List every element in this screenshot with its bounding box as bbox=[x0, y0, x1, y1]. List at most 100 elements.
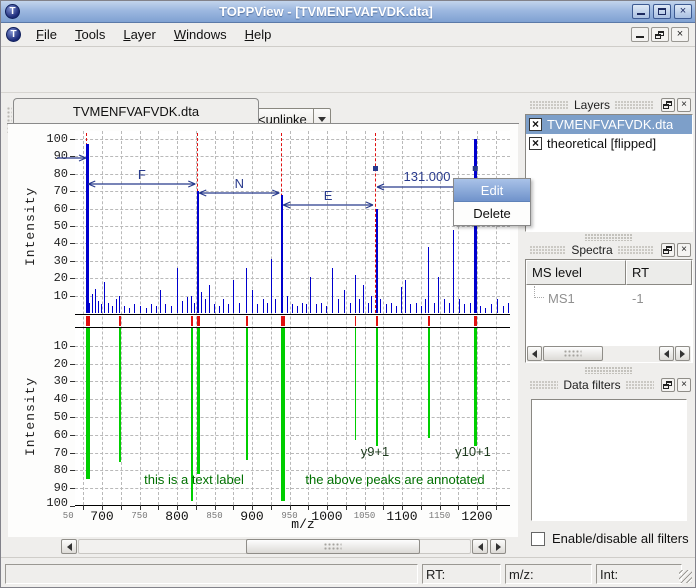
peak-line bbox=[205, 299, 206, 313]
grid-line bbox=[75, 346, 510, 347]
scrollbar-thumb[interactable] bbox=[543, 346, 603, 361]
context-menu-item-delete[interactable]: Delete bbox=[454, 202, 530, 225]
peak-line bbox=[151, 304, 152, 313]
window-minimize-button[interactable] bbox=[632, 4, 650, 19]
mdi-minimize-button[interactable] bbox=[631, 27, 649, 42]
distance-annotation-label[interactable]: E bbox=[324, 188, 333, 203]
mdi-child-icon[interactable]: T bbox=[6, 27, 21, 42]
peak-line bbox=[124, 306, 125, 313]
distance-annotation-label[interactable]: N bbox=[235, 176, 244, 191]
window-close-button[interactable]: × bbox=[674, 4, 692, 19]
dock-close-button[interactable]: × bbox=[677, 243, 691, 257]
horizontal-scrollbar[interactable] bbox=[61, 539, 507, 555]
close-icon: × bbox=[681, 380, 687, 390]
distance-annotation-label[interactable]: F bbox=[138, 167, 146, 182]
axis-tick-label: 80 bbox=[34, 167, 68, 181]
axis-tick bbox=[121, 505, 122, 510]
axis-tick-label: 90 bbox=[34, 481, 68, 495]
data-filters-list[interactable] bbox=[531, 399, 687, 521]
peak-line bbox=[453, 230, 454, 314]
axis-tick-label: 50 bbox=[34, 410, 68, 424]
spectra-dock-titlebar[interactable]: Spectra × bbox=[525, 241, 693, 259]
triangle-left-icon bbox=[478, 543, 483, 551]
peak-line bbox=[464, 304, 465, 313]
mass-annotation-label[interactable]: 131.000 bbox=[404, 169, 451, 184]
layer-checkbox[interactable]: × bbox=[529, 137, 542, 150]
column-header-rt[interactable]: RT bbox=[626, 260, 692, 285]
peak-line bbox=[321, 303, 322, 313]
annotation-text[interactable]: y9+1 bbox=[361, 444, 390, 459]
spectrum-tab[interactable]: TVMENFVAFVDK.dta bbox=[13, 98, 259, 124]
peak-line bbox=[332, 268, 333, 313]
enable-filters-label: Enable/disable all filters bbox=[552, 531, 689, 546]
peak-line bbox=[355, 328, 356, 440]
scroll-left-button[interactable] bbox=[61, 539, 77, 554]
dock-float-button[interactable] bbox=[661, 378, 675, 392]
dock-texture bbox=[530, 381, 558, 389]
mirror-separator-line bbox=[75, 327, 510, 328]
mdi-close-button[interactable]: × bbox=[671, 27, 689, 42]
axis-tick bbox=[70, 381, 75, 382]
grid-line bbox=[346, 131, 347, 505]
dock-close-button[interactable]: × bbox=[677, 378, 691, 392]
menu-windows[interactable]: Windows bbox=[165, 24, 236, 45]
layer-row[interactable]: × theoretical [flipped] bbox=[526, 134, 692, 153]
annotation-text[interactable]: this is a text label bbox=[144, 472, 244, 487]
peak-line bbox=[297, 306, 298, 313]
annotation-text[interactable]: the above peaks are annotated bbox=[305, 472, 484, 487]
scroll-left-button[interactable] bbox=[659, 346, 674, 361]
spectra-table[interactable]: MS level RT MS1 -1 bbox=[525, 259, 693, 363]
axis-tick-label: 50 bbox=[63, 511, 74, 521]
scroll-right-button[interactable] bbox=[675, 346, 690, 361]
peak-line bbox=[86, 328, 90, 479]
peak-line bbox=[428, 328, 430, 438]
spectra-scrollbar[interactable] bbox=[527, 346, 691, 362]
triangle-left-icon bbox=[532, 350, 537, 358]
annotation-text[interactable]: y10+1 bbox=[455, 444, 491, 459]
dock-splitter[interactable] bbox=[585, 234, 633, 241]
scroll-left-button[interactable] bbox=[527, 346, 542, 361]
axis-tick bbox=[70, 296, 75, 297]
column-header-ms-level[interactable]: MS level bbox=[526, 260, 626, 285]
axis-tick-label: 80 bbox=[34, 463, 68, 477]
matched-peak-tick bbox=[197, 316, 200, 326]
spectrum-canvas[interactable]: 1009080706050403020101020304050607080901… bbox=[8, 124, 518, 537]
window-maximize-button[interactable] bbox=[653, 4, 671, 19]
axis-tick bbox=[458, 505, 459, 510]
menu-tools[interactable]: Tools bbox=[66, 24, 114, 45]
dock-splitter[interactable] bbox=[585, 367, 633, 374]
titlebar[interactable]: T TOPPView - [TVMENFVAFVDK.dta] × bbox=[1, 1, 695, 23]
dock-texture bbox=[615, 101, 654, 109]
dock-float-button[interactable] bbox=[661, 243, 675, 257]
grid-line bbox=[75, 435, 510, 436]
enable-filters-row: Enable/disable all filters bbox=[531, 531, 689, 546]
resize-grip[interactable] bbox=[679, 570, 692, 583]
dock-texture bbox=[530, 246, 566, 254]
layer-label: theoretical [flipped] bbox=[547, 136, 656, 151]
scroll-left-button[interactable] bbox=[472, 539, 488, 554]
layer-row[interactable]: ×TVMENFVAFVDK.dta bbox=[526, 115, 692, 134]
peak-line bbox=[470, 303, 471, 313]
dock-float-button[interactable] bbox=[661, 98, 675, 112]
spectra-row-ms-level[interactable]: MS1 bbox=[548, 291, 575, 306]
scroll-right-button[interactable] bbox=[490, 539, 506, 554]
scrollbar-thumb[interactable] bbox=[246, 539, 420, 554]
dock-close-button[interactable]: × bbox=[677, 98, 691, 112]
enable-filters-checkbox[interactable] bbox=[531, 532, 545, 546]
menu-help[interactable]: Help bbox=[236, 24, 281, 45]
axis-tick bbox=[70, 278, 75, 279]
peak-line bbox=[119, 296, 120, 313]
mdi-restore-button[interactable] bbox=[651, 27, 669, 42]
peak-line bbox=[421, 306, 422, 313]
grid-line bbox=[75, 417, 510, 418]
menu-file[interactable]: File bbox=[27, 24, 66, 45]
menu-layer[interactable]: Layer bbox=[114, 24, 165, 45]
layers-dock-titlebar[interactable]: Layers × bbox=[525, 96, 693, 114]
spectra-row-rt[interactable]: -1 bbox=[632, 291, 644, 306]
data-filters-dock-titlebar[interactable]: Data filters × bbox=[525, 376, 693, 394]
context-menu-item-edit[interactable]: Edit bbox=[454, 179, 530, 202]
axis-tick bbox=[70, 453, 75, 454]
layer-checkbox[interactable]: × bbox=[529, 118, 542, 131]
peak-line bbox=[302, 303, 303, 313]
layers-list[interactable]: ×TVMENFVAFVDK.dta×theoretical [flipped] bbox=[525, 114, 693, 232]
